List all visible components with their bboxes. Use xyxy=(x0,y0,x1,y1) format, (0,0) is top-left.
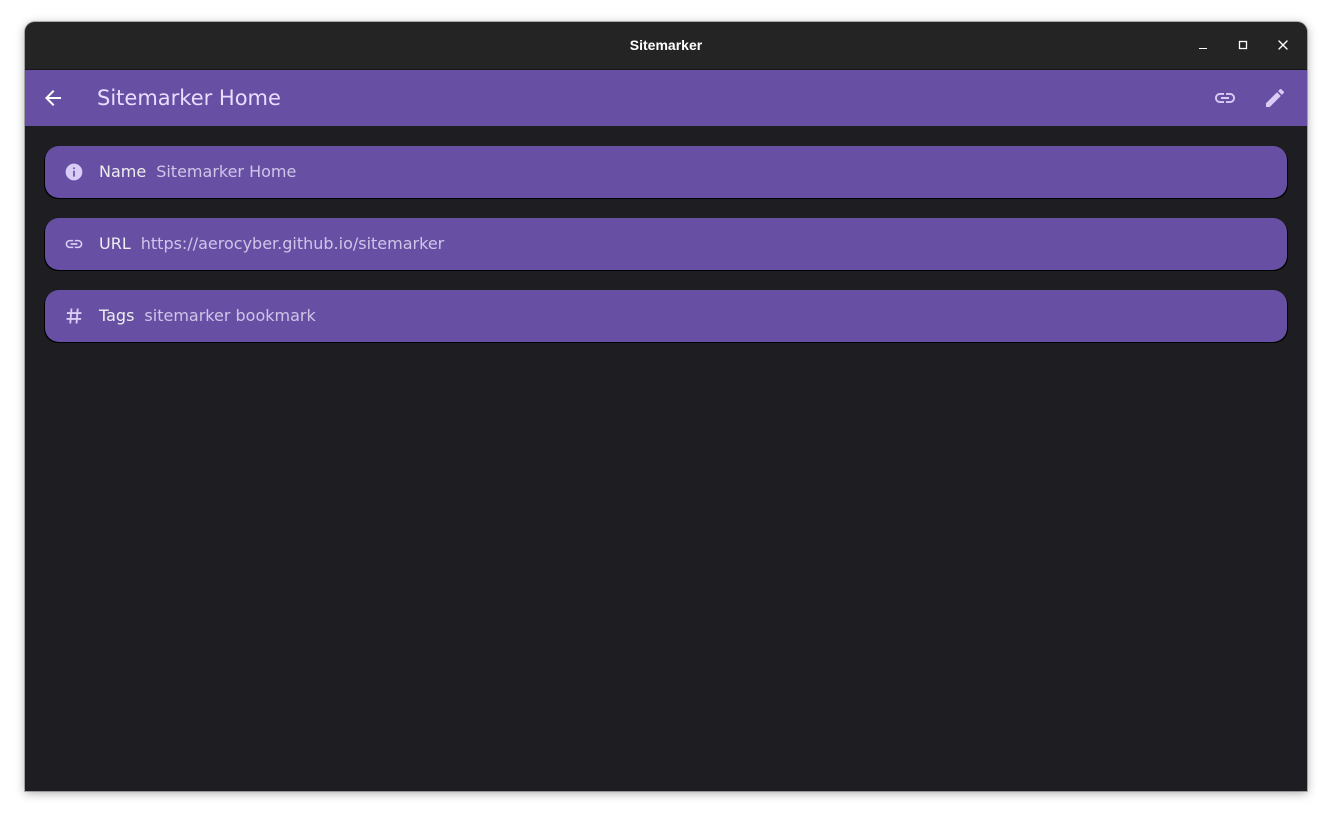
close-button[interactable] xyxy=(1271,33,1295,57)
open-link-button[interactable] xyxy=(1213,86,1237,110)
name-field-text: Name Sitemarker Home xyxy=(99,146,296,198)
url-field: URL https://aerocyber.github.io/sitemarke… xyxy=(45,218,1287,270)
info-icon xyxy=(65,163,83,181)
bookmark-details: Name Sitemarker Home URL https://aerocyber… xyxy=(25,126,1307,342)
url-field-text: URL https://aerocyber.github.io/sitemarke… xyxy=(99,218,444,270)
edit-button[interactable] xyxy=(1263,86,1287,110)
tags-field: Tags sitemarker bookmark xyxy=(45,290,1287,342)
app-bar: Sitemarker Home xyxy=(25,70,1307,126)
url-value: https://aerocyber.github.io/sitemarker xyxy=(140,234,445,253)
hash-icon xyxy=(66,308,82,324)
back-button[interactable] xyxy=(41,86,65,110)
maximize-icon xyxy=(1238,40,1248,50)
tags-value: sitemarker bookmark xyxy=(144,306,316,325)
link-icon xyxy=(1215,93,1235,103)
close-icon xyxy=(1278,40,1288,50)
page-title: Sitemarker Home xyxy=(97,86,281,110)
minimize-icon xyxy=(1199,48,1207,49)
pencil-icon xyxy=(1266,88,1285,107)
minimize-button[interactable] xyxy=(1191,33,1215,57)
name-field: Name Sitemarker Home xyxy=(45,146,1287,198)
link-icon xyxy=(65,239,83,249)
arrow-left-icon xyxy=(45,90,61,106)
tags-label: Tags xyxy=(99,306,135,325)
name-label: Name xyxy=(99,162,147,181)
name-value: Sitemarker Home xyxy=(156,162,297,181)
maximize-button[interactable] xyxy=(1231,33,1255,57)
tags-field-text: Tags sitemarker bookmark xyxy=(99,290,316,342)
url-label: URL xyxy=(99,234,131,253)
app-window: Sitemarker Sitemarker Home Name Sitemark… xyxy=(25,22,1307,791)
window-titlebar[interactable]: Sitemarker xyxy=(25,22,1307,70)
window-title: Sitemarker xyxy=(629,37,703,53)
